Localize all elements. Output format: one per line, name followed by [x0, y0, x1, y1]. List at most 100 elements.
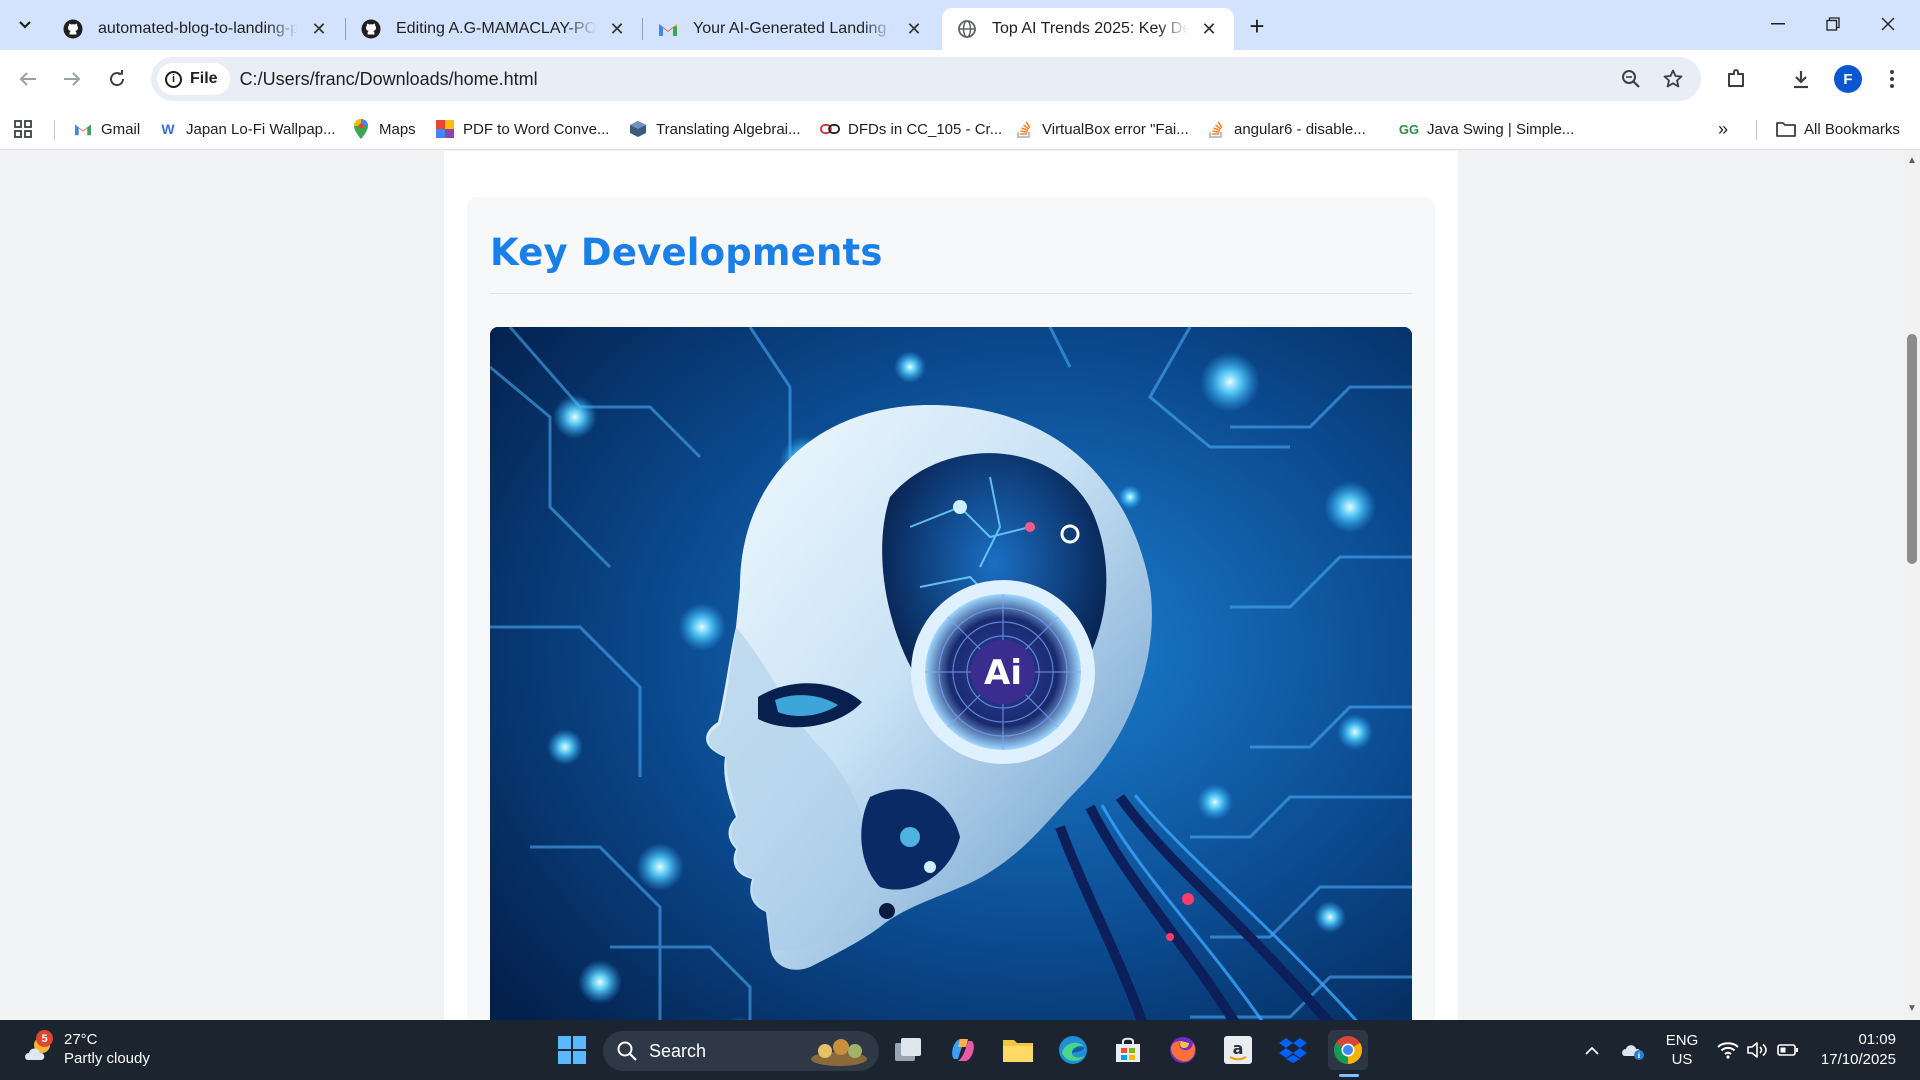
maps-pin-icon [351, 119, 371, 139]
minimize-button[interactable] [1758, 6, 1798, 42]
svg-text:i: i [1638, 1052, 1640, 1060]
wifi-icon [1717, 1042, 1739, 1059]
close-icon[interactable]: ✕ [606, 18, 628, 40]
system-clock[interactable]: 01:09 17/10/2025 [1810, 1030, 1896, 1070]
bookmark-label: angular6 - disable... [1234, 120, 1366, 138]
bookmark-gmail[interactable]: Gmail [73, 116, 140, 142]
bookmark-virtualbox-error[interactable]: VirtualBox error "Fai... [1014, 116, 1189, 142]
bookmark-japan-lofi[interactable]: W Japan Lo-Fi Wallpap... [158, 116, 335, 142]
weather-widget[interactable]: 5 27°C Partly cloudy [22, 1030, 150, 1068]
chevron-up-icon [1585, 1046, 1599, 1055]
tab-automated-blog[interactable]: automated-blog-to-landing-pa ✕ [48, 8, 344, 50]
downloads-button[interactable] [1785, 63, 1817, 95]
menu-button[interactable] [1876, 63, 1908, 95]
language-region: US [1671, 1051, 1693, 1068]
url-text[interactable]: C:/Users/franc/Downloads/home.html [240, 69, 538, 90]
stack-icon [1014, 119, 1034, 139]
bookmark-dfds[interactable]: DFDs in CC_105 - Cr... [820, 116, 1002, 142]
extensions-button[interactable] [1720, 63, 1752, 95]
tab-search-button[interactable] [10, 10, 40, 40]
amazon-button[interactable]: a [1218, 1030, 1258, 1070]
search-label: Search [649, 1040, 707, 1061]
bookmark-maps[interactable]: Maps [351, 116, 416, 142]
bookmark-label: Translating Algebrai... [656, 120, 801, 138]
tray-overflow-button[interactable] [1580, 1030, 1604, 1070]
chevrons-right-icon: » [1718, 118, 1729, 139]
chevron-down-icon [19, 21, 31, 29]
clock-time: 01:09 [1858, 1031, 1896, 1048]
back-button[interactable] [12, 63, 44, 95]
windows-logo-icon [558, 1036, 586, 1064]
firefox-button[interactable] [1163, 1030, 1203, 1070]
bookmark-pdf-to-word[interactable]: PDF to Word Conve... [435, 116, 609, 142]
bookmark-label: Java Swing | Simple... [1427, 120, 1575, 138]
windows-taskbar: 5 27°C Partly cloudy Search a i ENG US 0… [0, 1020, 1920, 1080]
apps-button[interactable] [14, 116, 32, 142]
copilot-button[interactable] [943, 1030, 983, 1070]
github-icon [360, 18, 382, 40]
section-divider [490, 293, 1412, 294]
bookmarks-separator [54, 120, 55, 140]
tab-editing-mamaclay[interactable]: Editing A.G-MAMACLAY-POULT ✕ [346, 8, 642, 50]
gfg-icon: GG [1398, 121, 1420, 137]
gmail-icon [657, 18, 679, 40]
start-button[interactable] [552, 1030, 592, 1070]
section-title: Key Developments [490, 231, 883, 274]
arrow-left-icon [19, 72, 36, 86]
file-explorer-button[interactable] [998, 1030, 1038, 1070]
tab-ai-trends-active[interactable]: Top AI Trends 2025: Key Develo ✕ [942, 8, 1234, 50]
window-close-button[interactable] [1868, 6, 1908, 42]
site-info-chip[interactable]: i File [157, 63, 230, 95]
new-tab-button[interactable]: + [1243, 11, 1271, 41]
chrome-running-indicator [1339, 1074, 1359, 1077]
bookmarks-overflow-button[interactable]: » [1718, 116, 1728, 142]
bookmark-label: Maps [379, 120, 416, 138]
profile-avatar[interactable]: F [1834, 65, 1862, 93]
taskbar-search[interactable]: Search [603, 1031, 879, 1071]
input-language-button[interactable]: ENG US [1660, 1030, 1704, 1070]
battery-icon [1777, 1044, 1798, 1056]
store-icon [1116, 1037, 1140, 1062]
bookmark-star-button[interactable] [1657, 63, 1689, 95]
all-bookmarks-button[interactable]: All Bookmarks [1776, 116, 1900, 142]
reload-button[interactable] [101, 63, 133, 95]
scrollbar-thumb[interactable] [1907, 334, 1917, 564]
edge-button[interactable] [1053, 1030, 1093, 1070]
dropbox-button[interactable] [1273, 1030, 1313, 1070]
volume-status[interactable] [1744, 1030, 1772, 1070]
bookmark-java-swing[interactable]: GG Java Swing | Simple... [1399, 116, 1574, 142]
bookmark-label: DFDs in CC_105 - Cr... [848, 120, 1003, 138]
battery-status[interactable] [1774, 1030, 1802, 1070]
scroll-down-arrow-icon[interactable]: ▼ [1907, 1003, 1917, 1014]
page-scrollbar[interactable]: ▲ ▼ [1904, 151, 1920, 1020]
stack-icon [1206, 119, 1226, 139]
wifi-status[interactable] [1714, 1030, 1742, 1070]
bookmark-translating-algebraic[interactable]: Translating Algebrai... [628, 116, 801, 142]
close-icon[interactable]: ✕ [1198, 18, 1220, 40]
scroll-up-arrow-icon[interactable]: ▲ [1907, 155, 1917, 166]
address-bar[interactable]: i File C:/Users/franc/Downloads/home.htm… [151, 57, 1701, 101]
bookmark-label: PDF to Word Conve... [463, 120, 610, 138]
tab-ai-landing-page[interactable]: Your AI-Generated Landing Pag ✕ [643, 8, 939, 50]
bookmark-angular6[interactable]: angular6 - disable... [1206, 116, 1366, 142]
amazon-icon: a [1224, 1036, 1252, 1064]
arrow-right-icon [64, 72, 81, 86]
search-icon [617, 1041, 637, 1061]
chrome-button[interactable] [1328, 1030, 1368, 1070]
onedrive-button[interactable]: i [1618, 1030, 1648, 1070]
folder-icon [1003, 1040, 1033, 1062]
restore-button[interactable] [1813, 6, 1853, 42]
task-view-button[interactable] [888, 1030, 928, 1070]
key-developments-section: Key Developments Ai [467, 197, 1435, 1020]
microsoft-store-button[interactable] [1108, 1030, 1148, 1070]
dropbox-icon [1279, 1038, 1307, 1063]
close-icon[interactable]: ✕ [308, 18, 330, 40]
page-container: Key Developments Ai [444, 151, 1458, 1020]
close-icon[interactable]: ✕ [903, 18, 925, 40]
firefox-icon [1170, 1037, 1196, 1063]
forward-button[interactable] [56, 63, 88, 95]
apps-grid-icon [14, 120, 32, 138]
zoom-button[interactable] [1615, 63, 1647, 95]
svg-text:a: a [1233, 1039, 1244, 1058]
search-highlight-icon [811, 1039, 867, 1066]
